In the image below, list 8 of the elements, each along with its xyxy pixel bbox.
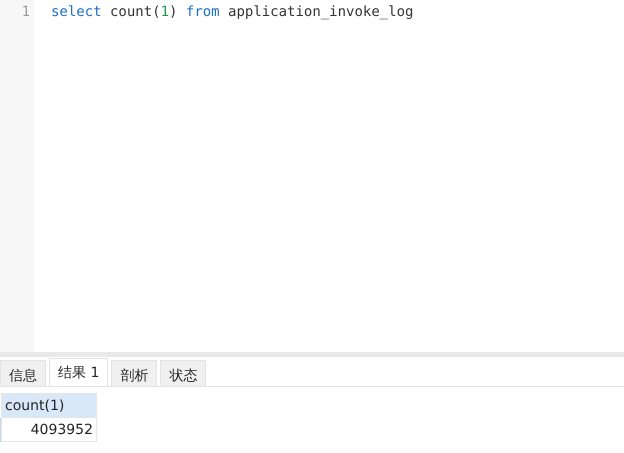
line-number: 1 — [22, 3, 31, 22]
result-tab[interactable]: 状态 — [160, 360, 206, 386]
code-line: select count(1) from application_invoke_log — [51, 3, 414, 22]
result-tab[interactable]: 结果 1 — [49, 358, 108, 386]
result-tab[interactable]: 信息 — [0, 360, 46, 386]
column-header[interactable]: count(1) — [2, 394, 96, 418]
result-tab[interactable]: 剖析 — [111, 360, 158, 386]
table-cell: 4093952 — [2, 418, 96, 442]
